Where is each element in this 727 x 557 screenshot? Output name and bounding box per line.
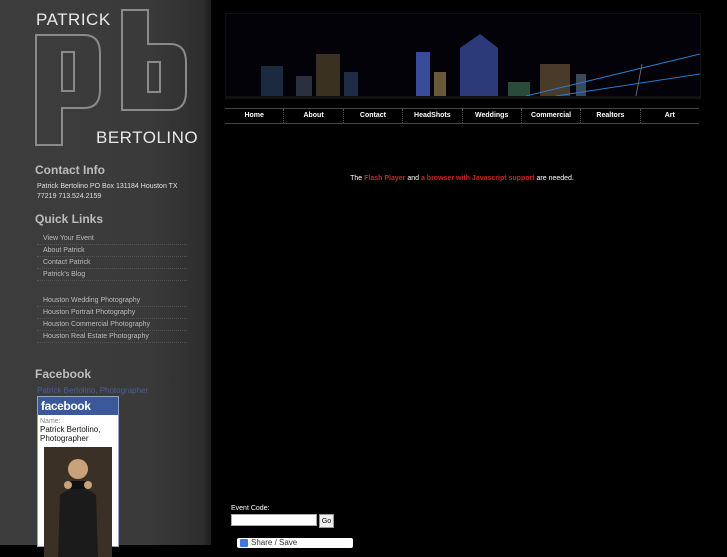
quick-links-group-2: Houston Wedding Photography Houston Port… — [37, 295, 187, 343]
javascript-browser-link[interactable]: a browser with Javascript support — [421, 175, 535, 182]
contact-info-text: Patrick Bertolino PO Box 131184 Houston … — [37, 183, 178, 200]
flash-msg-post: are needed. — [536, 175, 574, 182]
facebook-widget[interactable]: facebook Name: Patrick Bertolino, Photog… — [37, 396, 119, 557]
logo-first-name: PATRICK — [36, 10, 111, 29]
nav-weddings[interactable]: Weddings — [463, 109, 522, 123]
profile-photo[interactable] — [44, 447, 112, 557]
nav-art[interactable]: Art — [641, 109, 699, 123]
link-commercial-photography[interactable]: Houston Commercial Photography — [37, 319, 187, 331]
share-save-button[interactable]: Share / Save — [237, 538, 353, 548]
nav-contact[interactable]: Contact — [344, 109, 404, 123]
nav-about[interactable]: About — [284, 109, 344, 123]
link-about-patrick[interactable]: About Patrick — [37, 245, 187, 257]
flash-msg-mid: and — [407, 175, 420, 182]
skyline-banner — [225, 13, 701, 99]
event-code-input[interactable] — [231, 514, 317, 526]
nav-realtors[interactable]: Realtors — [581, 109, 641, 123]
logo[interactable]: PATRICK BERTOLINO — [34, 8, 198, 148]
nav-headshots[interactable]: HeadShots — [403, 109, 463, 123]
quick-links-group-1: View Your Event About Patrick Contact Pa… — [37, 233, 187, 281]
event-code-label: Event Code: — [231, 505, 270, 512]
link-view-your-event[interactable]: View Your Event — [37, 233, 187, 245]
flash-player-link[interactable]: Flash Player — [364, 175, 405, 182]
link-patricks-blog[interactable]: Patrick's Blog — [37, 269, 187, 281]
person-silhouette-icon — [44, 447, 112, 557]
link-contact-patrick[interactable]: Contact Patrick — [37, 257, 187, 269]
link-real-estate-photography[interactable]: Houston Real Estate Photography — [37, 331, 187, 343]
facebook-name-label: Name: — [40, 418, 61, 425]
link-wedding-photography[interactable]: Houston Wedding Photography — [37, 295, 187, 307]
city-skyline-image — [226, 14, 700, 98]
nav-home[interactable]: Home — [225, 109, 285, 123]
main-nav: Home About Contact HeadShots Weddings Co… — [225, 108, 699, 124]
flash-required-message: The Flash Player and a browser with Java… — [225, 175, 699, 182]
sidebar-shadow — [203, 0, 213, 545]
logo-last-name: BERTOLINO — [96, 128, 199, 147]
quick-links-heading: Quick Links — [35, 212, 104, 226]
share-icon — [240, 539, 248, 547]
share-label: Share / Save — [251, 538, 298, 547]
go-button[interactable]: Go — [319, 514, 334, 528]
facebook-page-link[interactable]: Patrick Bertolino, Photographer — [37, 386, 148, 395]
flash-msg-pre: The — [350, 175, 363, 182]
contact-info-heading: Contact Info — [35, 163, 105, 177]
facebook-logo: facebook — [38, 397, 118, 415]
link-portrait-photography[interactable]: Houston Portrait Photography — [37, 307, 187, 319]
facebook-heading: Facebook — [35, 367, 92, 381]
nav-commercial[interactable]: Commercial — [522, 109, 582, 123]
facebook-name: Patrick Bertolino, Photographer — [40, 425, 101, 443]
